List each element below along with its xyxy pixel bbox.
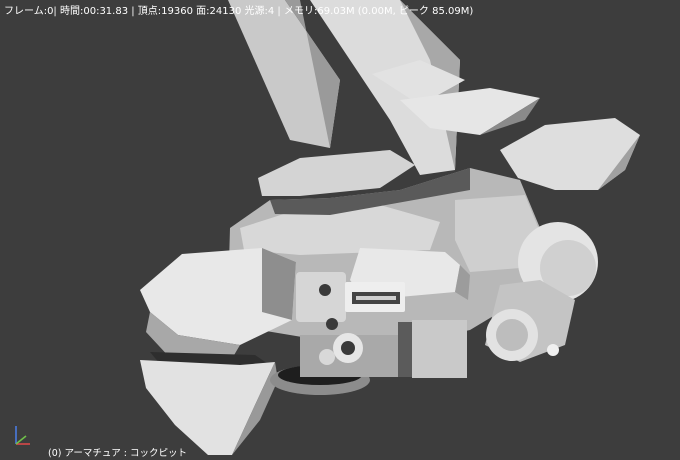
y-axis-icon xyxy=(15,435,27,445)
lower-bolt-hole xyxy=(341,341,355,355)
scene-statistics: フレーム:0| 時間:00:31.83 | 頂点:19360 面:24130 光… xyxy=(4,6,474,17)
lower-bolt-small xyxy=(319,349,335,365)
latch-slot-inner xyxy=(356,296,396,300)
hinge-cap xyxy=(412,320,467,378)
hinge-bar xyxy=(398,322,412,377)
ear-small-bolt xyxy=(547,344,559,356)
latch-bolt-1 xyxy=(319,284,331,296)
ear-lower-disc-shade xyxy=(496,319,528,351)
3d-viewport[interactable]: フレーム:0| 時間:00:31.83 | 頂点:19360 面:24130 光… xyxy=(0,0,680,460)
active-object-label: (0) アーマチュア : コックピット xyxy=(48,448,187,459)
axis-gizmo[interactable] xyxy=(8,418,38,448)
brow-plate xyxy=(258,150,415,196)
latch-bolt-2 xyxy=(326,318,338,330)
side-fin-right xyxy=(500,118,640,190)
mech-head-model[interactable] xyxy=(0,0,680,460)
viewport-header: フレーム:0| 時間:00:31.83 | 頂点:19360 面:24130 光… xyxy=(0,0,680,18)
latch-housing xyxy=(296,272,346,322)
